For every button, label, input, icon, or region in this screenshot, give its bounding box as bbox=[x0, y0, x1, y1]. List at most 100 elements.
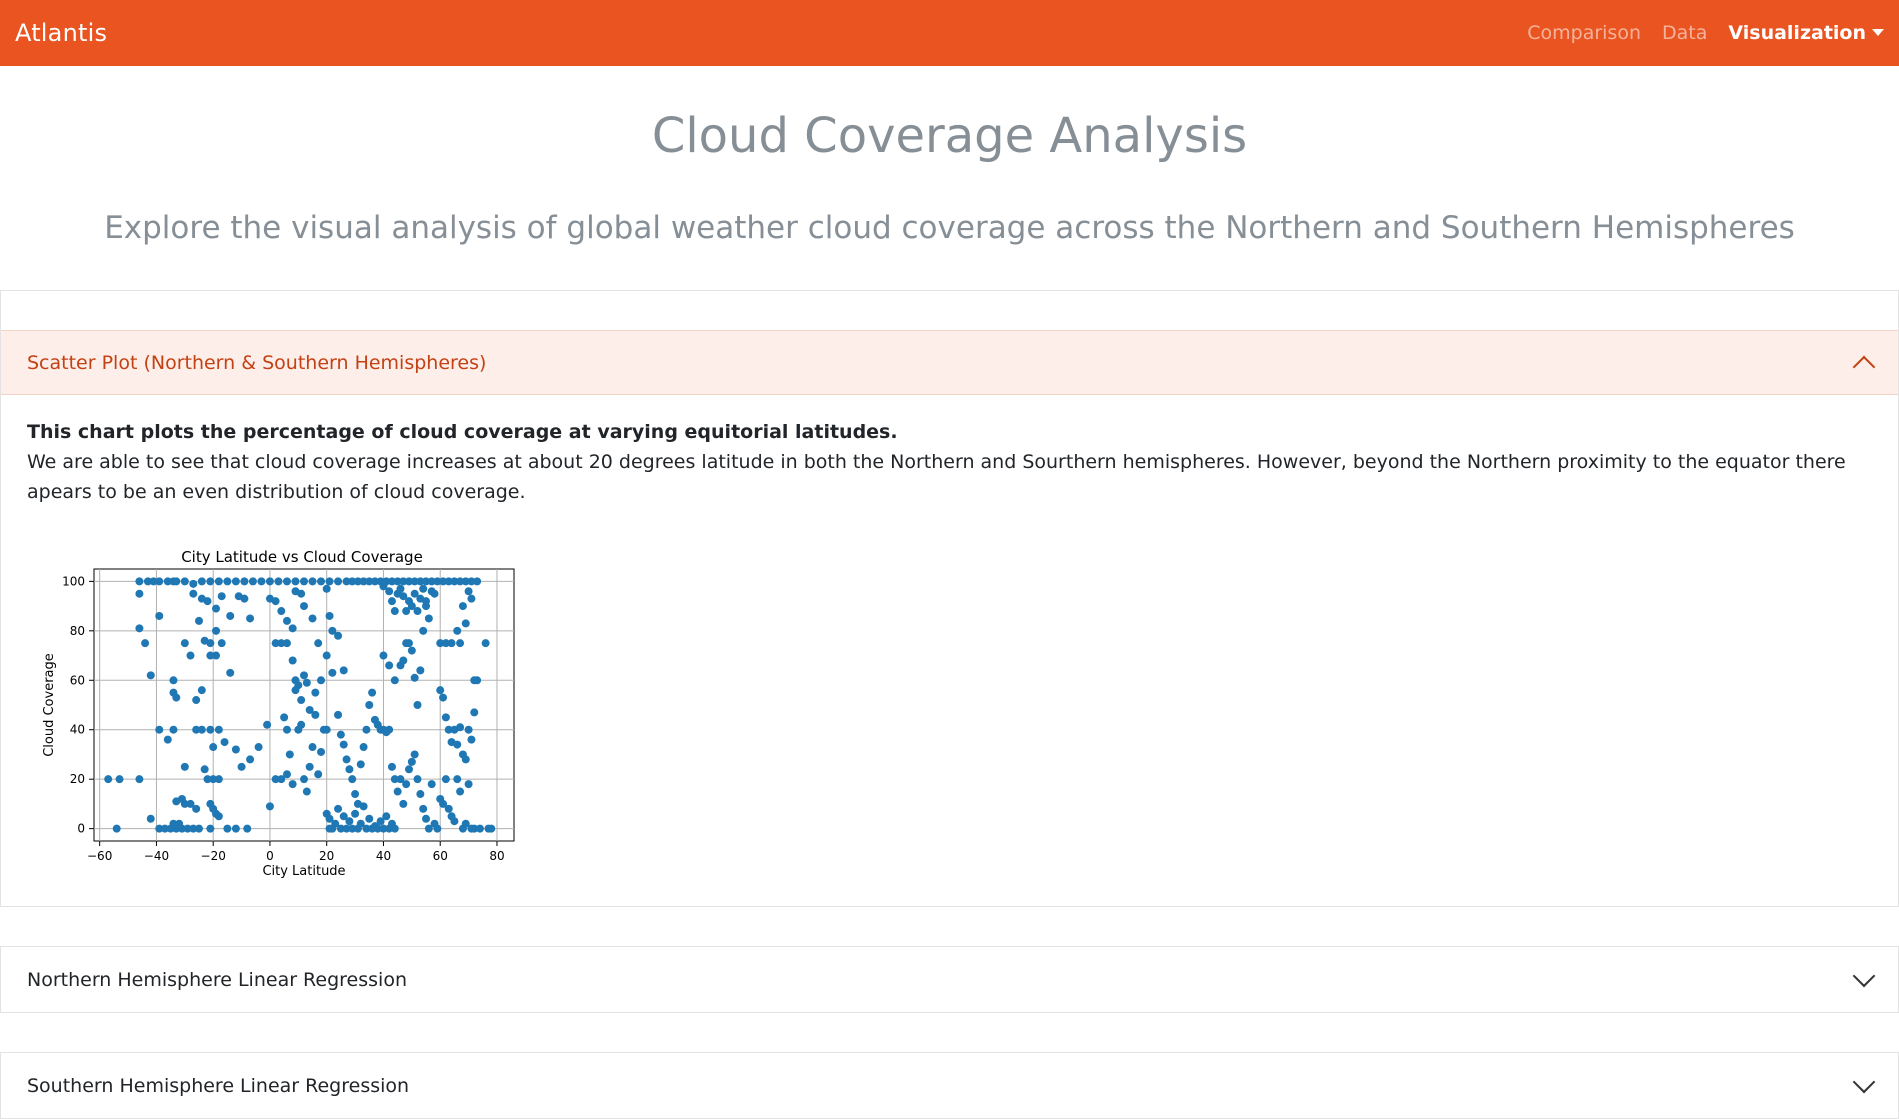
data-point bbox=[280, 713, 289, 722]
data-point bbox=[444, 804, 453, 813]
data-point bbox=[217, 639, 226, 648]
accordion-header-scatter[interactable]: Scatter Plot (Northern & Southern Hemisp… bbox=[1, 330, 1898, 395]
data-point bbox=[305, 762, 314, 771]
data-point bbox=[175, 819, 184, 828]
data-point bbox=[334, 710, 343, 719]
accordion-header-north[interactable]: Northern Hemisphere Linear Regression bbox=[1, 947, 1898, 1012]
nav-links: Comparison Data Visualization bbox=[1506, 22, 1884, 44]
data-point bbox=[192, 696, 201, 705]
data-point bbox=[351, 790, 360, 799]
data-point bbox=[226, 611, 235, 620]
data-point bbox=[424, 614, 433, 623]
data-point bbox=[180, 639, 189, 648]
data-point bbox=[382, 812, 391, 821]
data-point bbox=[359, 743, 368, 752]
data-point bbox=[456, 639, 465, 648]
data-point bbox=[390, 824, 399, 833]
data-point bbox=[212, 604, 221, 613]
data-point bbox=[345, 817, 354, 826]
data-point bbox=[172, 797, 181, 806]
data-point bbox=[464, 587, 473, 596]
data-point bbox=[441, 713, 450, 722]
data-point bbox=[387, 762, 396, 771]
data-point bbox=[419, 804, 428, 813]
data-point bbox=[416, 790, 425, 799]
data-point bbox=[282, 577, 291, 586]
data-point bbox=[314, 639, 323, 648]
data-point bbox=[390, 676, 399, 685]
data-point bbox=[214, 775, 223, 784]
y-tick-label: 0 bbox=[77, 822, 85, 836]
chevron-down-icon bbox=[1852, 1070, 1876, 1093]
accordion-body-scatter: This chart plots the percentage of cloud… bbox=[27, 417, 1872, 507]
data-point bbox=[464, 725, 473, 734]
data-point bbox=[282, 725, 291, 734]
navbar: Atlantis Comparison Data Visualization bbox=[0, 0, 1899, 66]
data-point bbox=[206, 824, 215, 833]
data-point bbox=[189, 579, 198, 588]
data-point bbox=[155, 611, 164, 620]
data-point bbox=[300, 775, 308, 784]
data-point bbox=[169, 725, 178, 734]
data-point bbox=[473, 577, 482, 586]
data-point bbox=[393, 787, 402, 796]
data-point bbox=[141, 639, 150, 648]
nav-dropdown-visualization[interactable]: Visualization bbox=[1728, 22, 1884, 44]
data-point bbox=[314, 770, 323, 779]
data-point bbox=[405, 639, 413, 648]
accordion-header-label: Northern Hemisphere Linear Regression bbox=[27, 968, 407, 991]
data-point bbox=[334, 804, 343, 813]
data-point bbox=[334, 577, 343, 586]
chevron-up-icon bbox=[1852, 355, 1876, 378]
data-point bbox=[410, 673, 419, 682]
data-point bbox=[325, 577, 334, 586]
data-point bbox=[197, 725, 206, 734]
data-point bbox=[297, 589, 306, 598]
data-point bbox=[214, 725, 223, 734]
caret-down-icon bbox=[1872, 29, 1884, 36]
data-point bbox=[433, 824, 442, 833]
data-point bbox=[416, 666, 425, 675]
data-point bbox=[419, 584, 428, 593]
data-point bbox=[231, 577, 240, 586]
y-tick-label: 40 bbox=[70, 723, 85, 737]
data-point bbox=[135, 624, 144, 633]
data-point bbox=[458, 602, 467, 611]
x-tick-label: 40 bbox=[376, 849, 391, 863]
accordion-header-label: Scatter Plot (Northern & Southern Hemisp… bbox=[27, 351, 487, 374]
data-point bbox=[172, 577, 181, 586]
scatter-chart: City Latitude vs Cloud Coverage −60 −40 −2… bbox=[42, 548, 515, 879]
data-point bbox=[297, 696, 306, 705]
data-point bbox=[248, 577, 257, 586]
data-point bbox=[345, 765, 354, 774]
data-point bbox=[456, 723, 465, 732]
data-point bbox=[481, 639, 490, 648]
accordion-header-south[interactable]: Southern Hemisphere Linear Regression bbox=[1, 1053, 1898, 1118]
data-point bbox=[294, 681, 303, 690]
data-point bbox=[436, 686, 445, 695]
y-axis-ticks: 0 20 40 60 80 100 bbox=[62, 574, 94, 836]
chart-title: City Latitude vs Cloud Coverage bbox=[181, 548, 423, 566]
data-point bbox=[180, 577, 189, 586]
data-point bbox=[271, 597, 280, 606]
data-point bbox=[470, 708, 479, 717]
x-axis-ticks: −60 −40 −20 0 20 40 60 80 bbox=[87, 841, 505, 863]
y-tick-label: 60 bbox=[70, 673, 85, 687]
data-point bbox=[217, 592, 226, 601]
data-point bbox=[263, 720, 272, 729]
y-tick-label: 80 bbox=[70, 624, 85, 638]
data-point bbox=[302, 678, 311, 687]
data-point bbox=[186, 651, 195, 660]
data-point bbox=[195, 824, 203, 833]
data-point bbox=[322, 651, 331, 660]
data-point bbox=[385, 725, 394, 734]
data-point bbox=[192, 804, 201, 813]
data-point bbox=[282, 639, 291, 648]
data-point bbox=[422, 597, 431, 606]
nav-link-comparison[interactable]: Comparison bbox=[1527, 22, 1641, 44]
data-point bbox=[470, 676, 479, 685]
nav-link-data[interactable]: Data bbox=[1662, 22, 1707, 44]
brand-link[interactable]: Atlantis bbox=[15, 19, 107, 47]
data-point bbox=[427, 780, 436, 789]
data-point bbox=[112, 824, 121, 833]
